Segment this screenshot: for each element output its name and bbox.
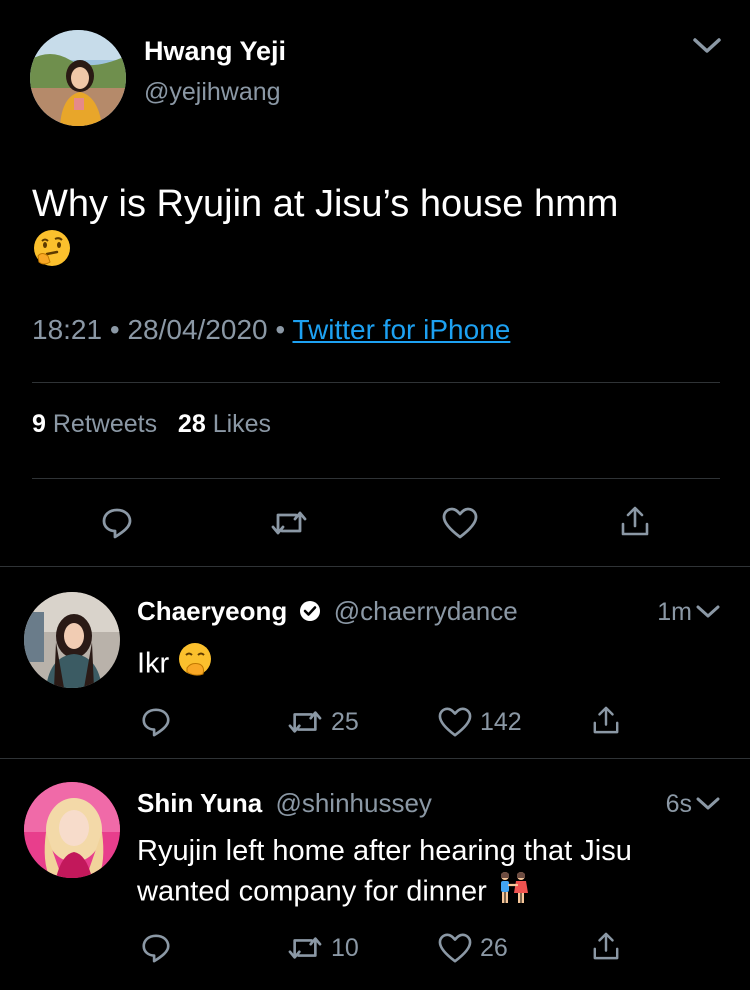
retweet-icon: [288, 937, 322, 959]
separator: •: [275, 314, 286, 345]
retweet-count: 10: [331, 933, 359, 962]
tweet-text-content: Why is Ryujin at Jisu’s house hmm: [32, 183, 619, 225]
likes-count: 28: [177, 410, 206, 438]
reply-text: Ryujin left home after hearing that Jisu…: [137, 832, 727, 916]
reply-text: Ikr: [137, 642, 727, 688]
reply-button[interactable]: [100, 506, 134, 540]
share-icon: [621, 506, 649, 536]
tweet-text: Why is Ryujin at Jisu’s house hmm: [32, 180, 712, 280]
retweets-count: 9: [32, 410, 46, 438]
verified-badge-icon: [299, 598, 321, 629]
chevron-down-icon[interactable]: [696, 604, 720, 620]
heart-icon: [442, 507, 478, 539]
avatar[interactable]: [24, 592, 120, 688]
tweet-source-link[interactable]: Twitter for iPhone: [292, 314, 510, 345]
reply-time: 1m: [657, 598, 692, 626]
like-button[interactable]: 26: [438, 932, 508, 964]
tweet-time: 18:21: [32, 314, 103, 345]
likes-label: Likes: [212, 410, 272, 438]
author-handle[interactable]: @yejihwang: [144, 78, 281, 107]
main-tweet: Hwang Yeji @yejihwang Why is Ryujin at J…: [0, 0, 750, 566]
retweet-button[interactable]: [270, 506, 308, 540]
retweet-count: 25: [331, 707, 359, 736]
retweet-icon: [288, 711, 322, 733]
chevron-down-icon[interactable]: [692, 36, 722, 56]
author-handle[interactable]: @shinhussey: [275, 788, 431, 818]
retweets-label: Retweets: [52, 410, 158, 438]
author-handle[interactable]: @chaerrydance: [334, 596, 518, 626]
heart-icon: [438, 707, 472, 737]
avatar[interactable]: [30, 30, 126, 126]
heart-icon: [438, 933, 472, 963]
share-button[interactable]: [592, 704, 620, 736]
reply-button[interactable]: [140, 932, 172, 964]
divider: [32, 478, 720, 479]
tweet-date: 28/04/2020: [127, 314, 268, 345]
reply-time: 6s: [665, 790, 692, 818]
avatar[interactable]: [24, 782, 120, 878]
reply-text-line2: wanted company for dinner: [137, 875, 487, 908]
reply-text-content: Ikr: [137, 647, 170, 680]
like-count: 142: [480, 707, 522, 736]
divider: [32, 382, 720, 383]
author-name[interactable]: Shin Yuna: [137, 788, 262, 818]
two-women-holding-hands-icon: [495, 870, 531, 916]
reply-tweet[interactable]: Shin Yuna @shinhussey 6s Ryujin left hom…: [0, 758, 750, 990]
chevron-down-icon[interactable]: [696, 796, 720, 812]
tweet-stats: 9 Retweets 28 Likes: [32, 410, 271, 439]
like-button[interactable]: 142: [438, 706, 522, 738]
reply-tweet[interactable]: Chaeryeong @chaerrydance 1m Ikr 25 142: [0, 566, 750, 756]
retweet-button[interactable]: 25: [287, 706, 359, 738]
tweet-meta: 18:21 • 28/04/2020 • Twitter for iPhone: [32, 314, 510, 346]
retweet-icon: [271, 511, 307, 535]
likes-stat[interactable]: 28 Likes: [178, 410, 271, 438]
face-with-hand-over-mouth-icon: [177, 642, 213, 688]
reply-text-line1: Ryujin left home after hearing that Jisu: [137, 835, 632, 867]
reply-button[interactable]: [140, 706, 172, 738]
reply-icon: [142, 708, 170, 737]
share-button[interactable]: [592, 930, 620, 962]
author-name[interactable]: Hwang Yeji: [144, 36, 286, 67]
reply-icon: [142, 934, 170, 963]
thinking-face-icon: [32, 228, 72, 280]
share-icon: [593, 932, 619, 960]
retweets-stat[interactable]: 9 Retweets: [32, 410, 157, 438]
like-button[interactable]: [442, 506, 478, 540]
reply-icon: [102, 508, 132, 539]
author-name[interactable]: Chaeryeong: [137, 596, 287, 626]
share-button[interactable]: [620, 504, 650, 538]
share-icon: [593, 706, 619, 734]
author-name-row: Chaeryeong @chaerrydance: [137, 596, 518, 629]
retweet-button[interactable]: 10: [287, 932, 359, 964]
separator: •: [109, 314, 120, 345]
like-count: 26: [480, 933, 508, 962]
author-name-row: Shin Yuna @shinhussey: [137, 788, 432, 819]
